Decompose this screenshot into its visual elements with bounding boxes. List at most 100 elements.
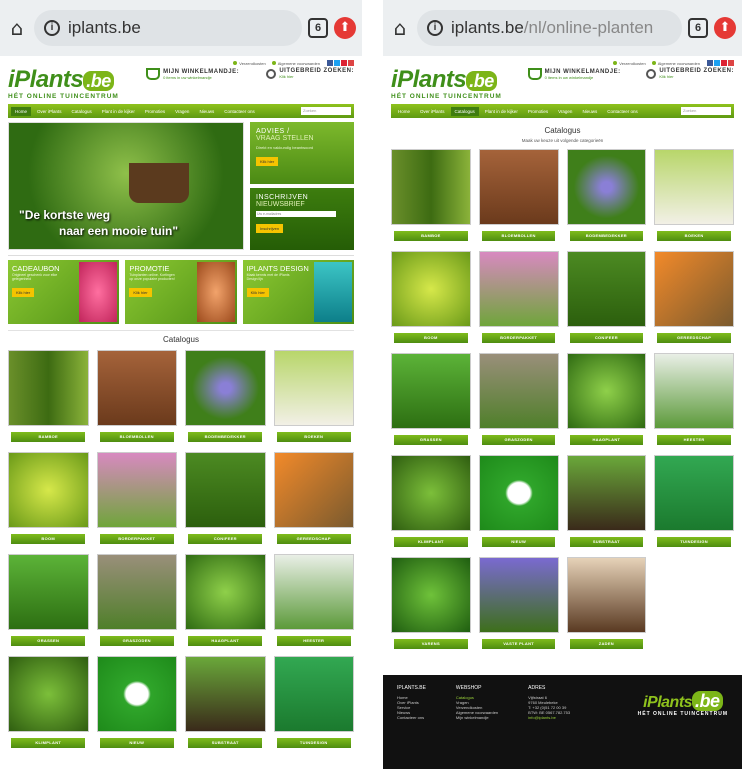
promo-button[interactable]: Klik hier <box>12 288 35 297</box>
promo-promotie[interactable]: PROMOTIE Tuinplanten online. Kortingen op… <box>125 260 237 324</box>
category-image[interactable] <box>391 455 471 531</box>
category-button[interactable]: HAAGPLANT <box>569 435 644 445</box>
category-button[interactable]: CONIFEER <box>188 534 263 544</box>
category-card[interactable]: BOOM <box>8 452 89 544</box>
category-button[interactable]: BAMBOE <box>394 231 468 241</box>
home-icon[interactable]: ⌂ <box>389 17 411 39</box>
update-icon[interactable]: ⬆ <box>714 17 736 39</box>
category-card[interactable]: BODEMBEDEKKER <box>566 149 647 241</box>
site-logo[interactable]: iPlants .be HÉT ONLINE TUINCENTRUM <box>8 68 119 101</box>
nav-vragen[interactable]: Vragen <box>171 107 193 116</box>
tab-count-button[interactable]: 6 <box>308 18 328 38</box>
hero-banner[interactable]: "De kortste weg naar een mooie tuin" <box>8 122 244 250</box>
category-image[interactable] <box>654 455 734 531</box>
category-button[interactable]: HEESTER <box>276 636 351 646</box>
info-icon[interactable]: i <box>44 20 60 36</box>
nav-catalogus[interactable]: Catalogus <box>68 107 96 116</box>
category-card[interactable]: GRASSEN <box>391 353 471 445</box>
category-image[interactable] <box>654 251 734 327</box>
facebook-icon[interactable] <box>327 59 333 66</box>
nav-home[interactable]: Home <box>394 107 414 116</box>
footer-logo[interactable]: iPlants .be HÉT ONLINE TUINCENTRUM <box>638 691 728 717</box>
nav-home[interactable]: Home <box>11 106 32 116</box>
footer-link[interactable]: Contacteer ons <box>397 715 426 720</box>
category-image[interactable] <box>478 251 559 327</box>
category-button[interactable]: GEREEDSCHAP <box>276 534 351 544</box>
category-image[interactable] <box>391 557 471 633</box>
nav-catalogus[interactable]: Catalogus <box>450 106 479 116</box>
footer-link[interactable]: Mijn winkelmandje <box>456 715 498 720</box>
twitter-icon[interactable] <box>714 59 720 66</box>
nav-over[interactable]: Over iPlants <box>33 107 66 116</box>
category-image[interactable] <box>273 656 354 732</box>
category-card[interactable]: VASTE PLANT <box>478 557 559 649</box>
link-verzendkosten[interactable]: Verzendkosten <box>613 60 646 66</box>
address-bar[interactable]: i iplants.be <box>34 10 302 46</box>
category-card[interactable]: TUINDESIGN <box>654 455 734 547</box>
nav-search-input[interactable]: Zoeken <box>301 107 351 115</box>
category-button[interactable]: ZADEN <box>569 639 644 649</box>
category-card[interactable]: TUINDESIGN <box>273 656 354 748</box>
category-image[interactable] <box>185 350 266 426</box>
promo-button[interactable]: Klik hier <box>129 288 152 297</box>
category-button[interactable]: KLIMPLANT <box>394 537 468 547</box>
category-image[interactable] <box>391 149 471 225</box>
category-card[interactable]: BODEMBEDEKKER <box>185 350 266 442</box>
category-image[interactable] <box>654 353 734 429</box>
category-card[interactable]: BLOEMBOLLEN <box>96 350 177 442</box>
category-card[interactable]: BOEKEN <box>654 149 734 241</box>
googleplus-icon[interactable] <box>728 59 734 66</box>
category-image[interactable] <box>391 251 471 327</box>
category-image[interactable] <box>8 452 89 528</box>
category-button[interactable]: BOOM <box>11 534 86 544</box>
category-card[interactable]: HEESTER <box>654 353 734 445</box>
category-image[interactable] <box>8 350 89 426</box>
nav-kijker[interactable]: Plant in de kijker <box>98 107 139 116</box>
category-button[interactable]: VASTE PLANT <box>481 639 556 649</box>
category-card[interactable]: NIEUW <box>96 656 177 748</box>
category-button[interactable]: GRASZODEN <box>481 435 556 445</box>
category-button[interactable]: CONIFEER <box>569 333 644 343</box>
category-button[interactable]: HAAGPLANT <box>188 636 263 646</box>
category-button[interactable]: GRASSEN <box>11 636 86 646</box>
category-button[interactable]: KLIMPLANT <box>11 738 86 748</box>
category-button[interactable]: GRASSEN <box>394 435 468 445</box>
category-card[interactable]: CONIFEER <box>566 251 647 343</box>
category-image[interactable] <box>185 554 266 630</box>
category-image[interactable] <box>8 656 89 732</box>
category-card[interactable]: HAAGPLANT <box>185 554 266 646</box>
category-image[interactable] <box>185 452 266 528</box>
nav-over[interactable]: Over iPlants <box>416 107 449 116</box>
category-image[interactable] <box>96 350 177 426</box>
category-button[interactable]: GEREEDSCHAP <box>657 333 731 343</box>
newsletter-button[interactable]: Inschrijven <box>256 224 284 233</box>
category-image[interactable] <box>273 554 354 630</box>
category-image[interactable] <box>96 656 177 732</box>
category-button[interactable]: BAMBOE <box>11 432 86 442</box>
category-image[interactable] <box>273 350 354 426</box>
nav-kijker[interactable]: Plant in de kijker <box>481 107 522 116</box>
facebook-icon[interactable] <box>707 59 713 66</box>
category-card[interactable]: HEESTER <box>273 554 354 646</box>
category-image[interactable] <box>391 353 471 429</box>
category-image[interactable] <box>566 455 647 531</box>
category-card[interactable]: GRASSEN <box>8 554 89 646</box>
category-image[interactable] <box>273 452 354 528</box>
category-card[interactable]: VARENS <box>391 557 471 649</box>
category-card[interactable]: GRASZODEN <box>96 554 177 646</box>
category-button[interactable]: BOOM <box>394 333 468 343</box>
advanced-search[interactable]: UITGEBREID ZOEKEN: Klik hier <box>266 68 354 79</box>
link-verzendkosten[interactable]: Verzendkosten <box>233 60 266 66</box>
category-button[interactable]: BORDERPAKKET <box>481 333 556 343</box>
category-card[interactable]: BORDERPAKKET <box>478 251 559 343</box>
category-button[interactable]: BLOEMBOLLEN <box>99 432 174 442</box>
promo-cadeaubon[interactable]: CADEAUBON Origineel geschenk voor elke ge… <box>8 260 120 324</box>
category-image[interactable] <box>478 557 559 633</box>
category-button[interactable]: BOEKEN <box>276 432 351 442</box>
category-button[interactable]: BOEKEN <box>657 231 731 241</box>
category-card[interactable]: HAAGPLANT <box>566 353 647 445</box>
category-button[interactable]: SUBSTRAAT <box>188 738 263 748</box>
advies-button[interactable]: Klik hier <box>256 157 279 166</box>
category-button[interactable]: BODEMBEDEKKER <box>188 432 263 442</box>
category-card[interactable]: SUBSTRAAT <box>185 656 266 748</box>
